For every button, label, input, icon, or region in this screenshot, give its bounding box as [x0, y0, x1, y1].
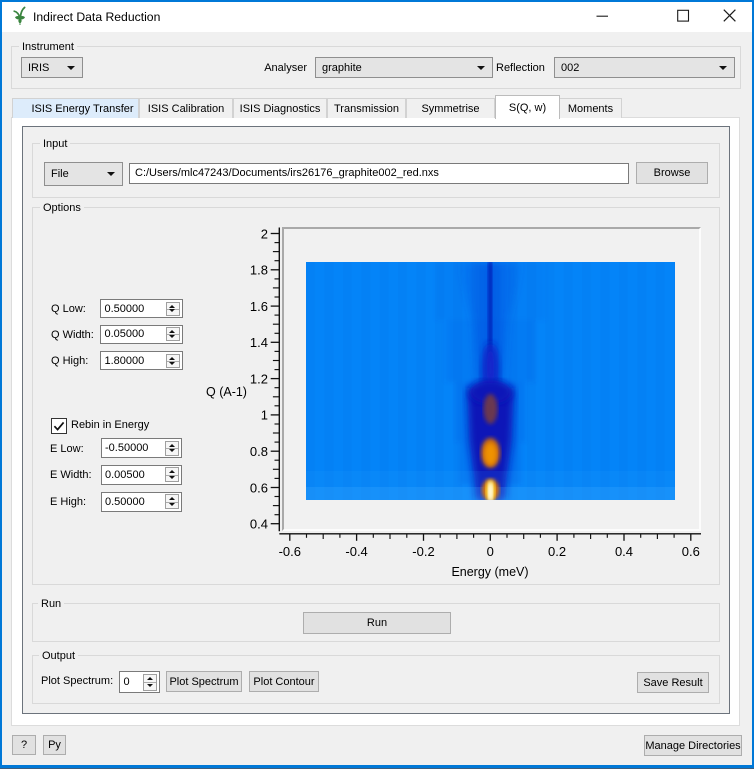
svg-text:Energy (meV): Energy (meV) [451, 565, 528, 579]
svg-text:0.6: 0.6 [682, 544, 700, 559]
svg-text:1.4: 1.4 [250, 335, 268, 350]
svg-text:-0.4: -0.4 [345, 544, 367, 559]
svg-text:1.8: 1.8 [250, 263, 268, 278]
svg-text:0.4: 0.4 [250, 517, 268, 532]
svg-text:0.6: 0.6 [250, 480, 268, 495]
svg-text:Q (A-1): Q (A-1) [206, 385, 247, 399]
svg-text:1.2: 1.2 [250, 371, 268, 386]
svg-text:-0.6: -0.6 [279, 544, 301, 559]
svg-text:2: 2 [261, 226, 268, 241]
svg-text:0.8: 0.8 [250, 444, 268, 459]
svg-text:0.2: 0.2 [548, 544, 566, 559]
svg-text:0.4: 0.4 [615, 544, 633, 559]
svg-text:0: 0 [487, 544, 494, 559]
svg-text:-0.2: -0.2 [412, 544, 434, 559]
svg-text:1.6: 1.6 [250, 299, 268, 314]
svg-text:1: 1 [261, 408, 268, 423]
